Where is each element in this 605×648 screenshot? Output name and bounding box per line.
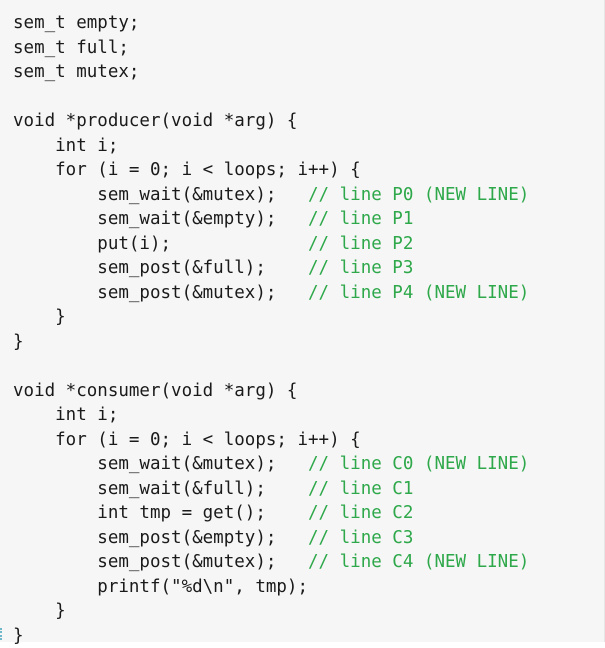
code-line: printf("%d\n", tmp); xyxy=(13,575,529,600)
code-line: } xyxy=(13,330,529,355)
code-line: put(i); // line P2 xyxy=(13,232,529,257)
code-comment: // line P0 (NEW LINE) xyxy=(308,185,529,205)
code-text: } xyxy=(13,626,24,646)
code-comment: // line C4 (NEW LINE) xyxy=(308,552,529,572)
code-comment: // line C2 xyxy=(308,503,413,523)
edge-marker xyxy=(0,628,6,640)
code-line: sem_post(&empty); // line C3 xyxy=(13,526,529,551)
code-text: sem_t mutex; xyxy=(13,62,139,82)
code-line: } xyxy=(13,599,529,624)
code-comment: // line P1 xyxy=(308,209,413,229)
code-comment: // line C1 xyxy=(308,479,413,499)
code-text: sem_post(&full); xyxy=(13,258,308,278)
code-text: sem_wait(&full); xyxy=(13,479,308,499)
code-line: int tmp = get(); // line C2 xyxy=(13,501,529,526)
code-line: sem_post(&mutex); // line C4 (NEW LINE) xyxy=(13,550,529,575)
code-text: sem_t full; xyxy=(13,38,129,58)
code-line: sem_wait(&mutex); // line C0 (NEW LINE) xyxy=(13,452,529,477)
code-text: for (i = 0; i < loops; i++) { xyxy=(13,160,361,180)
code-line: sem_t empty; xyxy=(13,11,529,36)
code-line xyxy=(13,85,529,110)
code-line: } xyxy=(13,624,529,648)
code-line: sem_wait(&empty); // line P1 xyxy=(13,207,529,232)
code-text: int i; xyxy=(13,136,118,156)
code-text: sem_wait(&empty); xyxy=(13,209,308,229)
code-line: int i; xyxy=(13,134,529,159)
code-line: for (i = 0; i < loops; i++) { xyxy=(13,428,529,453)
code-line: sem_t mutex; xyxy=(13,60,529,85)
code-text: sem_post(&mutex); xyxy=(13,552,308,572)
code-comment: // line P4 (NEW LINE) xyxy=(308,283,529,303)
code-text: } xyxy=(13,332,24,352)
code-text: printf("%d\n", tmp); xyxy=(13,577,308,597)
code-comment: // line C0 (NEW LINE) xyxy=(308,454,529,474)
code-comment: // line C3 xyxy=(308,528,413,548)
code-text: sem_wait(&mutex); xyxy=(13,185,308,205)
code-comment: // line P2 xyxy=(308,234,413,254)
code-text: } xyxy=(13,601,66,621)
code-panel: sem_t empty; sem_t full; sem_t mutex; void … xyxy=(0,0,605,642)
code-text: sem_wait(&mutex); xyxy=(13,454,308,474)
code-line: void *consumer(void *arg) { xyxy=(13,379,529,404)
code-line xyxy=(13,354,529,379)
code-text: sem_post(&mutex); xyxy=(13,283,308,303)
code-comment: // line P3 xyxy=(308,258,413,278)
code-text: for (i = 0; i < loops; i++) { xyxy=(13,430,361,450)
code-line: sem_post(&full); // line P3 xyxy=(13,256,529,281)
code-text: sem_post(&empty); xyxy=(13,528,308,548)
code-block: sem_t empty; sem_t full; sem_t mutex; void … xyxy=(13,11,529,648)
code-line: int i; xyxy=(13,403,529,428)
code-line: for (i = 0; i < loops; i++) { xyxy=(13,158,529,183)
code-line: sem_wait(&mutex); // line P0 (NEW LINE) xyxy=(13,183,529,208)
code-text: sem_t empty; xyxy=(13,13,139,33)
code-text: int i; xyxy=(13,405,118,425)
code-line: void *producer(void *arg) { xyxy=(13,109,529,134)
code-text: void *consumer(void *arg) { xyxy=(13,381,297,401)
code-text: } xyxy=(13,307,66,327)
code-line: sem_wait(&full); // line C1 xyxy=(13,477,529,502)
code-line: sem_post(&mutex); // line P4 (NEW LINE) xyxy=(13,281,529,306)
code-text: int tmp = get(); xyxy=(13,503,308,523)
code-line: sem_t full; xyxy=(13,36,529,61)
code-line: } xyxy=(13,305,529,330)
code-text: put(i); xyxy=(13,234,308,254)
code-text: void *producer(void *arg) { xyxy=(13,111,297,131)
